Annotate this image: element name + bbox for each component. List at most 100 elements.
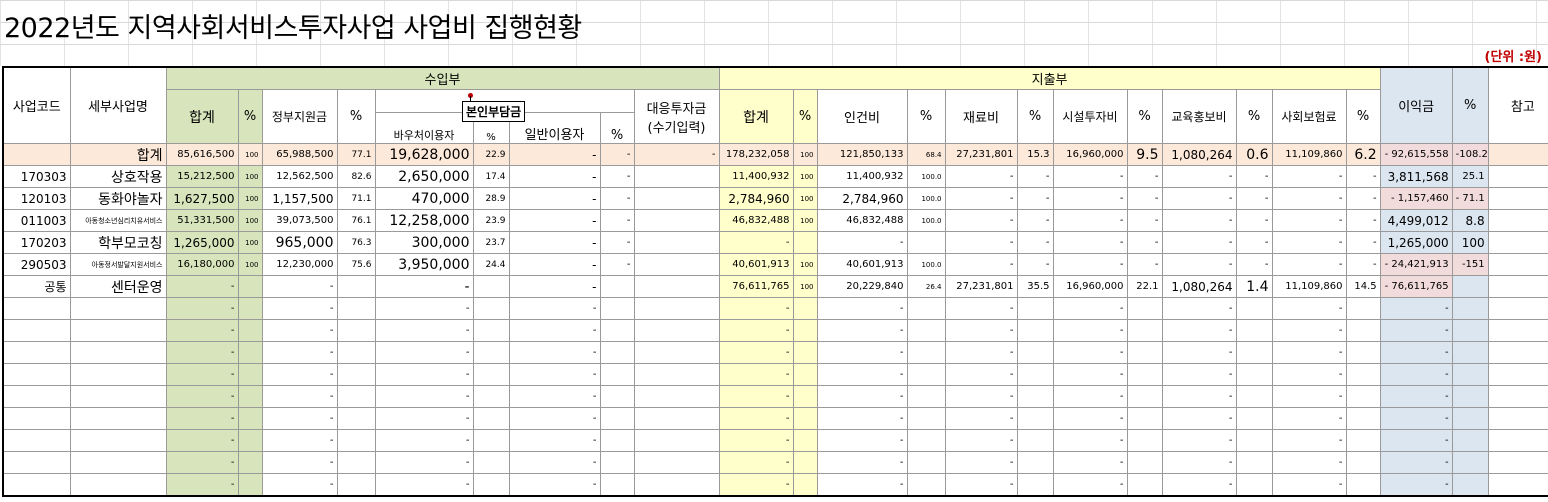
cell[interactable]: - xyxy=(1235,209,1273,232)
cell[interactable] xyxy=(1451,429,1489,452)
cell[interactable]: - xyxy=(1487,231,1548,254)
cell[interactable]: 011003 xyxy=(2,209,71,232)
cell[interactable]: - xyxy=(1487,165,1548,188)
cell[interactable]: - xyxy=(508,187,601,210)
cell[interactable]: - xyxy=(261,341,338,364)
cell[interactable]: 12,562,500 xyxy=(261,165,338,188)
cell[interactable]: - xyxy=(944,231,1018,254)
cell[interactable] xyxy=(792,341,818,364)
cell[interactable]: - xyxy=(1487,275,1548,298)
cell[interactable]: - xyxy=(1271,407,1347,430)
cell[interactable]: 470,000 xyxy=(374,187,474,210)
cell[interactable]: - xyxy=(816,297,908,320)
cell[interactable]: - xyxy=(1161,187,1237,210)
cell[interactable]: - xyxy=(1126,231,1163,254)
cell[interactable] xyxy=(472,451,510,474)
cell[interactable]: 100 xyxy=(792,143,818,166)
cell[interactable] xyxy=(1126,363,1163,386)
cell[interactable] xyxy=(599,275,635,298)
cell[interactable] xyxy=(1016,341,1054,364)
cell[interactable]: - xyxy=(1487,363,1548,386)
cell[interactable] xyxy=(1016,297,1054,320)
cell[interactable] xyxy=(599,363,635,386)
cell[interactable]: - xyxy=(1126,187,1163,210)
cell[interactable]: - xyxy=(1487,253,1548,276)
cell[interactable]: - xyxy=(816,473,908,497)
cell[interactable]: - xyxy=(1487,451,1548,474)
cell[interactable]: - xyxy=(1271,385,1347,408)
cell[interactable]: 965,000 xyxy=(261,231,338,254)
cell[interactable]: - xyxy=(1487,429,1548,452)
cell[interactable]: - xyxy=(718,363,794,386)
cell[interactable]: - xyxy=(816,319,908,342)
cell[interactable]: - xyxy=(508,275,601,298)
cell[interactable]: - xyxy=(1235,231,1273,254)
cell[interactable]: - xyxy=(1271,209,1347,232)
cell[interactable]: - xyxy=(508,319,601,342)
cell[interactable]: - xyxy=(1235,187,1273,210)
cell[interactable] xyxy=(69,473,167,497)
cell[interactable] xyxy=(599,297,635,320)
cell[interactable]: - xyxy=(1379,297,1453,320)
cell[interactable]: 16,960,000 xyxy=(1052,275,1128,298)
cell[interactable] xyxy=(1451,385,1489,408)
cell[interactable]: 27,231,801 xyxy=(944,275,1018,298)
cell[interactable] xyxy=(336,473,376,497)
cell[interactable]: - xyxy=(1052,363,1128,386)
cell[interactable]: 46,832,488 xyxy=(718,209,794,232)
cell[interactable] xyxy=(1126,407,1163,430)
cell[interactable]: - xyxy=(374,275,474,298)
cell[interactable]: 100 xyxy=(792,275,818,298)
cell[interactable]: - xyxy=(508,473,601,497)
cell[interactable]: - xyxy=(1126,209,1163,232)
cell[interactable] xyxy=(1235,363,1273,386)
cell[interactable]: - xyxy=(1271,187,1347,210)
cell[interactable]: 300,000 xyxy=(374,231,474,254)
cell[interactable] xyxy=(237,473,263,497)
cell[interactable] xyxy=(237,407,263,430)
cell[interactable]: - xyxy=(508,231,601,254)
cell[interactable]: - xyxy=(165,473,239,497)
cell[interactable]: - xyxy=(944,451,1018,474)
cell[interactable]: - xyxy=(1016,209,1054,232)
cell[interactable] xyxy=(472,363,510,386)
cell[interactable] xyxy=(1345,385,1381,408)
cell[interactable]: - xyxy=(1487,187,1548,210)
cell[interactable] xyxy=(1451,275,1489,298)
cell[interactable] xyxy=(472,385,510,408)
cell[interactable]: 25.1 xyxy=(1451,165,1489,188)
cell[interactable] xyxy=(69,407,167,430)
cell[interactable] xyxy=(633,253,720,276)
cell[interactable] xyxy=(599,473,635,497)
cell[interactable] xyxy=(336,319,376,342)
cell[interactable]: - 24,421,913 xyxy=(1379,253,1453,276)
cell[interactable]: - xyxy=(1271,297,1347,320)
cell[interactable] xyxy=(906,429,946,452)
cell[interactable]: 17.4 xyxy=(472,165,510,188)
cell[interactable]: 68.4 xyxy=(906,143,946,166)
cell[interactable]: 합계 xyxy=(69,143,167,166)
cell[interactable]: 23.7 xyxy=(472,231,510,254)
cell[interactable]: - xyxy=(1161,429,1237,452)
cell[interactable] xyxy=(633,231,720,254)
cell[interactable] xyxy=(599,341,635,364)
cell[interactable]: 24.4 xyxy=(472,253,510,276)
cell[interactable]: - xyxy=(1016,231,1054,254)
cell[interactable] xyxy=(472,275,510,298)
cell[interactable]: 12,258,000 xyxy=(374,209,474,232)
cell[interactable]: 178,232,058 xyxy=(718,143,794,166)
cell[interactable]: 71.1 xyxy=(336,187,376,210)
cell[interactable]: - xyxy=(1016,253,1054,276)
cell[interactable] xyxy=(633,319,720,342)
cell[interactable] xyxy=(1016,451,1054,474)
cell[interactable] xyxy=(336,363,376,386)
cell[interactable]: - xyxy=(718,407,794,430)
cell[interactable]: 100.0 xyxy=(906,253,946,276)
cell[interactable]: - xyxy=(1271,253,1347,276)
cell[interactable]: - xyxy=(718,341,794,364)
cell[interactable] xyxy=(1235,407,1273,430)
cell[interactable]: 15,212,500 xyxy=(165,165,239,188)
cell[interactable] xyxy=(2,451,71,474)
cell[interactable]: - xyxy=(1271,473,1347,497)
cell[interactable]: 22.9 xyxy=(472,143,510,166)
